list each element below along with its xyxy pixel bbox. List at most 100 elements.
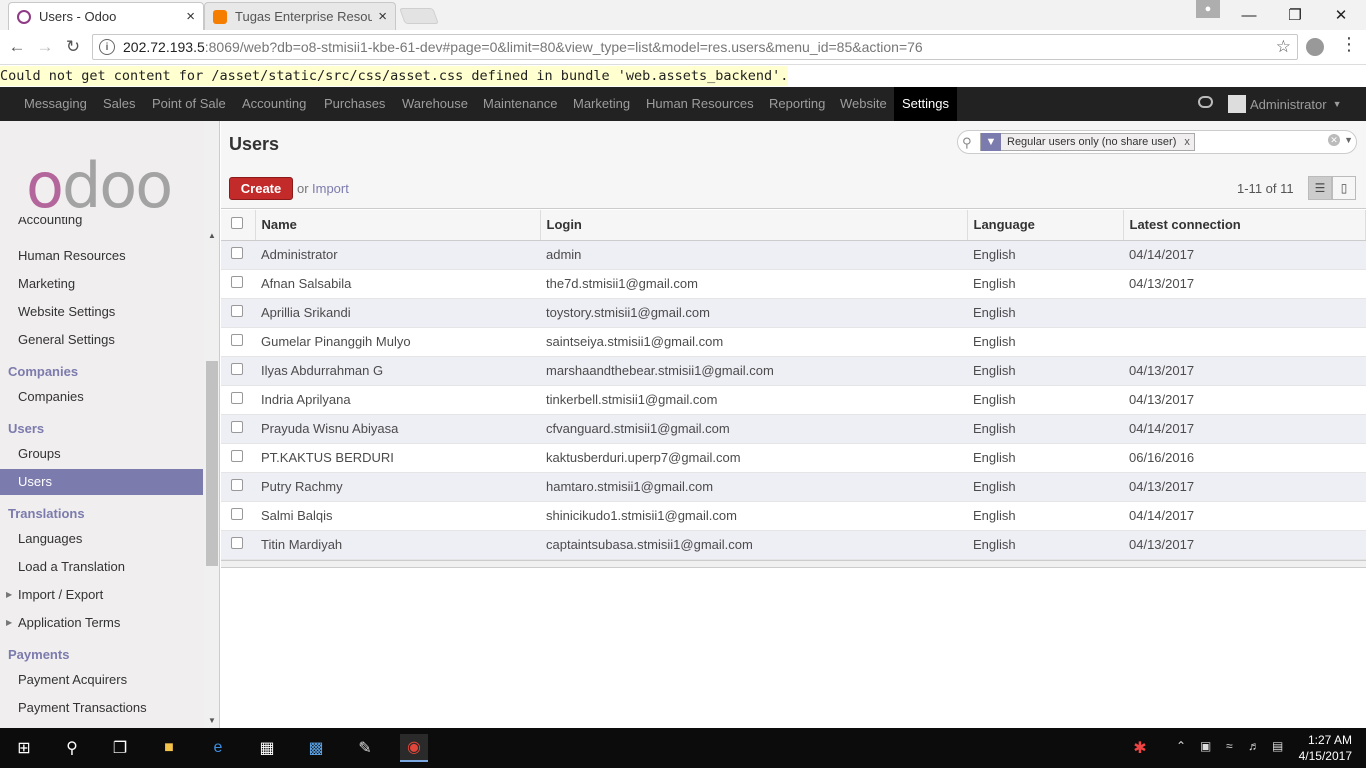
row-select-cell[interactable] <box>221 385 255 415</box>
row-select-cell[interactable] <box>221 269 255 299</box>
row-checkbox[interactable] <box>231 247 243 259</box>
browser-menu-icon[interactable]: ⋮ <box>1340 34 1358 55</box>
restore-icon[interactable]: ❐ <box>1272 0 1318 30</box>
action-center-icon[interactable]: ▤ <box>1272 739 1283 753</box>
sidebar-item-users[interactable]: Users <box>0 469 203 495</box>
sidebar-item-human-resources[interactable]: Human Resources <box>0 243 203 269</box>
row-checkbox[interactable] <box>231 450 243 462</box>
sidebar-item-application-terms[interactable]: ▶ Application Terms <box>0 610 203 636</box>
form-view-icon[interactable]: ▯ <box>1332 176 1356 200</box>
tab-close-icon[interactable]: × <box>378 8 387 25</box>
menu-sales[interactable]: Sales <box>103 87 136 121</box>
site-info-icon[interactable]: i <box>99 39 115 55</box>
task-view-icon[interactable]: ❐ <box>106 734 134 762</box>
row-checkbox[interactable] <box>231 392 243 404</box>
tray-app-icon[interactable]: ✱ <box>1126 734 1154 762</box>
wifi-icon[interactable]: ≈ <box>1226 739 1233 753</box>
edge-browser-icon[interactable]: e <box>204 734 232 762</box>
sidebar-item-companies[interactable]: Companies <box>0 384 203 410</box>
table-row[interactable]: Salmi Balqis shinicikudo1.stmisii1@gmail.… <box>221 501 1366 531</box>
sidebar-item-payment-acquirers[interactable]: Payment Acquirers <box>0 667 203 693</box>
row-select-cell[interactable] <box>221 356 255 386</box>
menu-messaging[interactable]: Messaging <box>24 87 87 121</box>
row-checkbox[interactable] <box>231 537 243 549</box>
file-explorer-icon[interactable]: ■ <box>155 734 183 762</box>
row-select-cell[interactable] <box>221 240 255 270</box>
tab-users-odoo[interactable]: Users - Odoo × <box>8 2 204 30</box>
battery-icon[interactable]: ▣ <box>1200 739 1211 753</box>
select-all-header[interactable] <box>221 210 256 241</box>
clear-search-icon[interactable]: ✕ <box>1328 134 1340 146</box>
menu-marketing[interactable]: Marketing <box>573 87 630 121</box>
menu-warehouse[interactable]: Warehouse <box>402 87 468 121</box>
import-button[interactable]: Import <box>312 181 349 196</box>
table-row[interactable]: Titin Mardiyah captaintsubasa.stmisii1@gm… <box>221 530 1366 560</box>
tab-close-icon[interactable]: × <box>186 8 195 25</box>
table-row[interactable]: Prayuda Wisnu Abiyasa cfvanguard.stmisii1… <box>221 414 1366 444</box>
minimize-icon[interactable]: — <box>1226 0 1272 30</box>
row-checkbox[interactable] <box>231 276 243 288</box>
paint-icon[interactable]: ✎ <box>351 734 379 762</box>
table-row[interactable]: Ilyas Abdurrahman Gmarshaandthebear.stmi… <box>221 356 1366 386</box>
sidebar-item-accounting[interactable]: Accounting <box>0 217 203 233</box>
new-tab-button[interactable] <box>399 8 439 24</box>
sidebar-item-languages[interactable]: Languages <box>0 526 203 552</box>
row-select-cell[interactable] <box>221 327 255 357</box>
back-icon[interactable]: ← <box>6 36 28 58</box>
bookmark-star-icon[interactable]: ☆ <box>1276 37 1291 57</box>
scroll-down-icon[interactable]: ▼ <box>208 716 216 725</box>
search-options-chevron-icon[interactable]: ▼ <box>1344 135 1353 145</box>
sidebar-item-general-settings[interactable]: General Settings <box>0 327 203 353</box>
address-bar[interactable]: i 202.72.193.5:8069/web?db=o8-stmisii1-k… <box>92 34 1298 60</box>
tab-tugas-enterprise[interactable]: Tugas Enterprise Resourc × <box>204 2 396 30</box>
extension-icon[interactable] <box>1306 38 1324 56</box>
create-button[interactable]: Create <box>229 177 293 200</box>
row-select-cell[interactable] <box>221 443 255 473</box>
list-view-icon[interactable]: ☰ <box>1308 176 1332 200</box>
odoo-logo[interactable]: odoo <box>26 155 173 217</box>
search-icon[interactable]: ⚲ <box>58 734 86 762</box>
chat-icon[interactable] <box>1198 96 1213 108</box>
menu-settings[interactable]: Settings <box>894 87 957 121</box>
column-header-language[interactable]: Language <box>967 210 1124 241</box>
sidebar-item-import-export[interactable]: ▶ Import / Export <box>0 582 203 608</box>
menu-point-of-sale[interactable]: Point of Sale <box>152 87 226 121</box>
row-checkbox[interactable] <box>231 421 243 433</box>
system-clock[interactable]: 1:27 AM 4/15/2017 <box>1299 732 1352 764</box>
store-icon[interactable]: ▦ <box>253 734 281 762</box>
scrollbar-thumb[interactable] <box>206 361 218 566</box>
sidebar-item-website-settings[interactable]: Website Settings <box>0 299 203 325</box>
window-close-icon[interactable]: ✕ <box>1318 0 1364 30</box>
row-checkbox[interactable] <box>231 334 243 346</box>
table-row[interactable]: Aprillia Srikandi toystory.stmisii1@gmail… <box>221 298 1366 328</box>
facet-remove-icon[interactable]: x <box>1180 136 1194 148</box>
sidebar-item-groups[interactable]: Groups <box>0 441 203 467</box>
row-select-cell[interactable] <box>221 530 255 560</box>
volume-icon[interactable]: ♬ <box>1248 739 1260 753</box>
menu-reporting[interactable]: Reporting <box>769 87 825 121</box>
row-checkbox[interactable] <box>231 305 243 317</box>
row-checkbox[interactable] <box>231 479 243 491</box>
row-select-cell[interactable] <box>221 298 255 328</box>
menu-website[interactable]: Website <box>840 87 887 121</box>
chrome-icon[interactable]: ◉ <box>400 734 428 762</box>
row-checkbox[interactable] <box>231 363 243 375</box>
table-row[interactable]: Afnan Salsabila the7d.stmisii1@gmail.com E… <box>221 269 1366 299</box>
profile-icon[interactable]: ● <box>1196 0 1220 18</box>
table-row[interactable]: Indria Aprilyana tinkerbell.stmisii1@gmai… <box>221 385 1366 415</box>
sidebar-item-load-translation[interactable]: Load a Translation <box>0 554 203 580</box>
windows-start-icon[interactable]: ⊞ <box>10 734 38 762</box>
menu-accounting[interactable]: Accounting <box>242 87 306 121</box>
sidebar-item-payment-transactions[interactable]: Payment Transactions <box>0 695 203 721</box>
sidebar-scrollbar[interactable]: ▲ ▼ <box>204 121 219 728</box>
search-input[interactable]: ⚲ ▼ Regular users only (no share user) x… <box>957 130 1357 154</box>
forward-icon[interactable]: → <box>34 36 56 58</box>
column-header-name[interactable]: Name <box>255 210 541 241</box>
reload-icon[interactable]: ↻ <box>62 36 84 58</box>
search-facet[interactable]: ▼ Regular users only (no share user) x <box>980 133 1195 151</box>
user-menu[interactable]: Administrator ▼ <box>1228 87 1342 121</box>
table-row[interactable]: Putry Rachmy hamtaro.stmisii1@gmail.com En… <box>221 472 1366 502</box>
table-row[interactable]: Administrator admin English 04/14/2017 <box>221 240 1366 270</box>
remote-desktop-icon[interactable]: ▩ <box>302 734 330 762</box>
scroll-up-icon[interactable]: ▲ <box>208 231 216 240</box>
